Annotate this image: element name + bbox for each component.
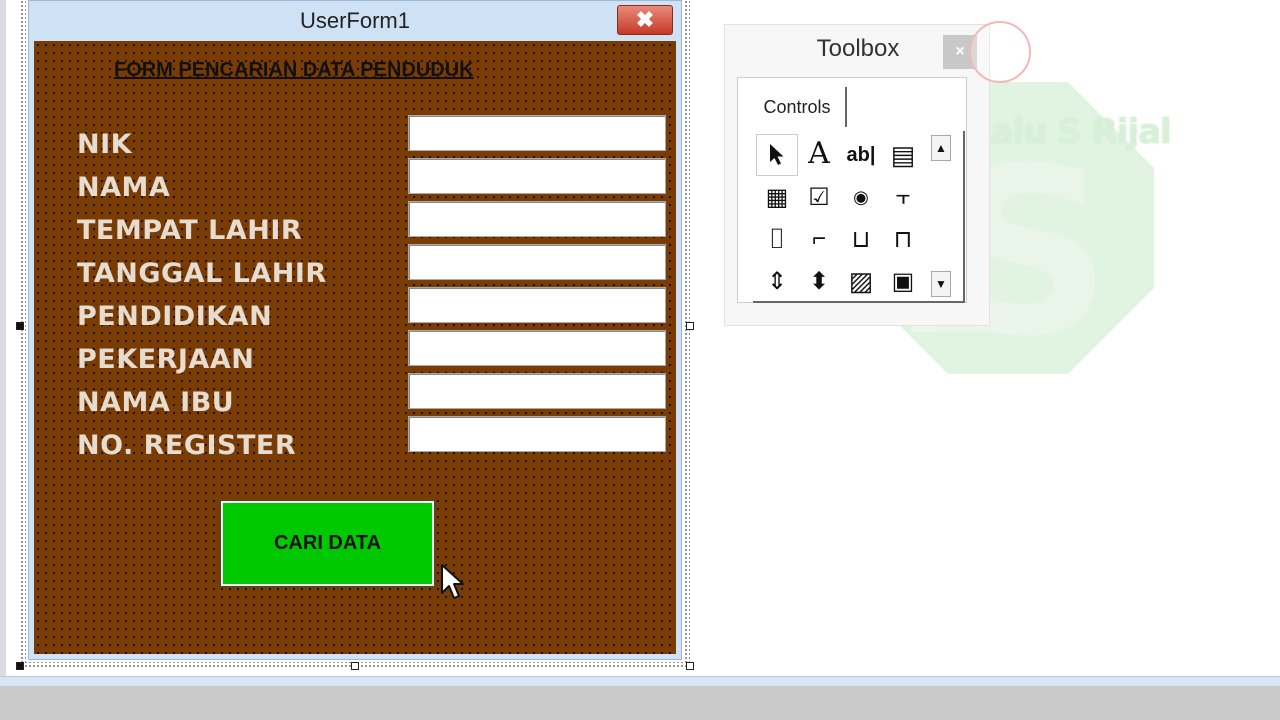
no-register-input[interactable] <box>408 416 666 452</box>
userform-title: UserForm1 <box>299 8 410 33</box>
label-tanggal-lahir: TANGGAL LAHIR <box>77 258 327 289</box>
frame-tool-icon[interactable]: ⌷ <box>757 219 797 259</box>
close-icon[interactable]: ✖ <box>617 5 673 35</box>
tabstrip-tool-icon[interactable]: ⊔ <box>841 219 881 259</box>
userform-body[interactable]: FORM PENCARIAN DATA PENDUDUK NIK NAMA TE… <box>34 41 676 654</box>
pekerjaan-input[interactable] <box>408 330 666 366</box>
togglebutton-tool-icon[interactable]: ⫟ <box>883 177 923 217</box>
resize-handle-right[interactable] <box>686 322 694 330</box>
label-nama: NAMA <box>77 172 171 203</box>
image-tool-icon[interactable]: ▨ <box>841 261 881 301</box>
resize-handle-bottom-left <box>16 662 24 670</box>
nik-input[interactable] <box>408 115 666 151</box>
commandbutton-tool-icon[interactable]: ⌐ <box>799 219 839 259</box>
label-nama-ibu: NAMA IBU <box>77 387 235 418</box>
combobox-tool-icon[interactable]: ▤ <box>883 135 923 175</box>
nama-ibu-input[interactable] <box>408 373 666 409</box>
editor-left-strip <box>0 0 6 686</box>
multipage-tool-icon[interactable]: ⊓ <box>883 219 923 259</box>
status-bar <box>0 686 1280 720</box>
pendidikan-input[interactable] <box>408 287 666 323</box>
click-highlight-circle <box>969 21 1031 83</box>
resize-handle-bottom[interactable] <box>351 662 359 670</box>
cari-data-button[interactable]: CARI DATA <box>220 500 435 587</box>
spinbutton-tool-icon[interactable]: ⬍ <box>799 261 839 301</box>
listbox-tool-icon[interactable]: ▦ <box>757 177 797 217</box>
label-tool-icon[interactable]: A <box>799 133 839 173</box>
form-heading: FORM PENCARIAN DATA PENDUDUK <box>114 59 474 81</box>
label-no-register: NO. REGISTER <box>77 430 297 461</box>
select-objects-icon[interactable] <box>756 134 798 176</box>
userform-window[interactable]: UserForm1 ✖ FORM PENCARIAN DATA PENDUDUK… <box>28 0 682 660</box>
textbox-tool-icon[interactable]: ab| <box>841 135 881 175</box>
controls-grid: A ab| ▤ ▦ ☑ ◉ ⫟ ⌷ ⌐ ⊔ ⊓ ⇕ ⬍ ▨ ▣ ▲ ▼ <box>753 131 965 303</box>
label-tempat-lahir: TEMPAT LAHIR <box>77 215 303 246</box>
label-pendidikan: PENDIDIKAN <box>77 301 273 332</box>
label-pekerjaan: PEKERJAAN <box>77 344 255 375</box>
resize-handle-bottom-right[interactable] <box>686 662 694 670</box>
scroll-down-icon[interactable]: ▼ <box>931 271 951 297</box>
tempat-lahir-input[interactable] <box>408 201 666 237</box>
resize-handle-left <box>16 322 24 330</box>
optionbutton-tool-icon[interactable]: ◉ <box>841 177 881 217</box>
scrollbar-tool-icon[interactable]: ⇕ <box>757 261 797 301</box>
refedit-tool-icon[interactable]: ▣ <box>883 261 923 301</box>
mouse-cursor-icon <box>441 564 464 599</box>
tanggal-lahir-input[interactable] <box>408 244 666 280</box>
nama-input[interactable] <box>408 158 666 194</box>
toolbox-window[interactable]: Toolbox × Controls A ab| ▤ ▦ ☑ ◉ ⫟ ⌷ ⌐ ⊔… <box>724 21 1031 326</box>
editor-bottom-edge <box>0 676 1280 686</box>
label-nik: NIK <box>77 129 133 160</box>
tab-controls[interactable]: Controls <box>749 87 847 127</box>
checkbox-tool-icon[interactable]: ☑ <box>799 177 839 217</box>
watermark-text: Lalu S Rijal <box>970 112 1172 152</box>
scroll-up-icon[interactable]: ▲ <box>931 135 951 161</box>
